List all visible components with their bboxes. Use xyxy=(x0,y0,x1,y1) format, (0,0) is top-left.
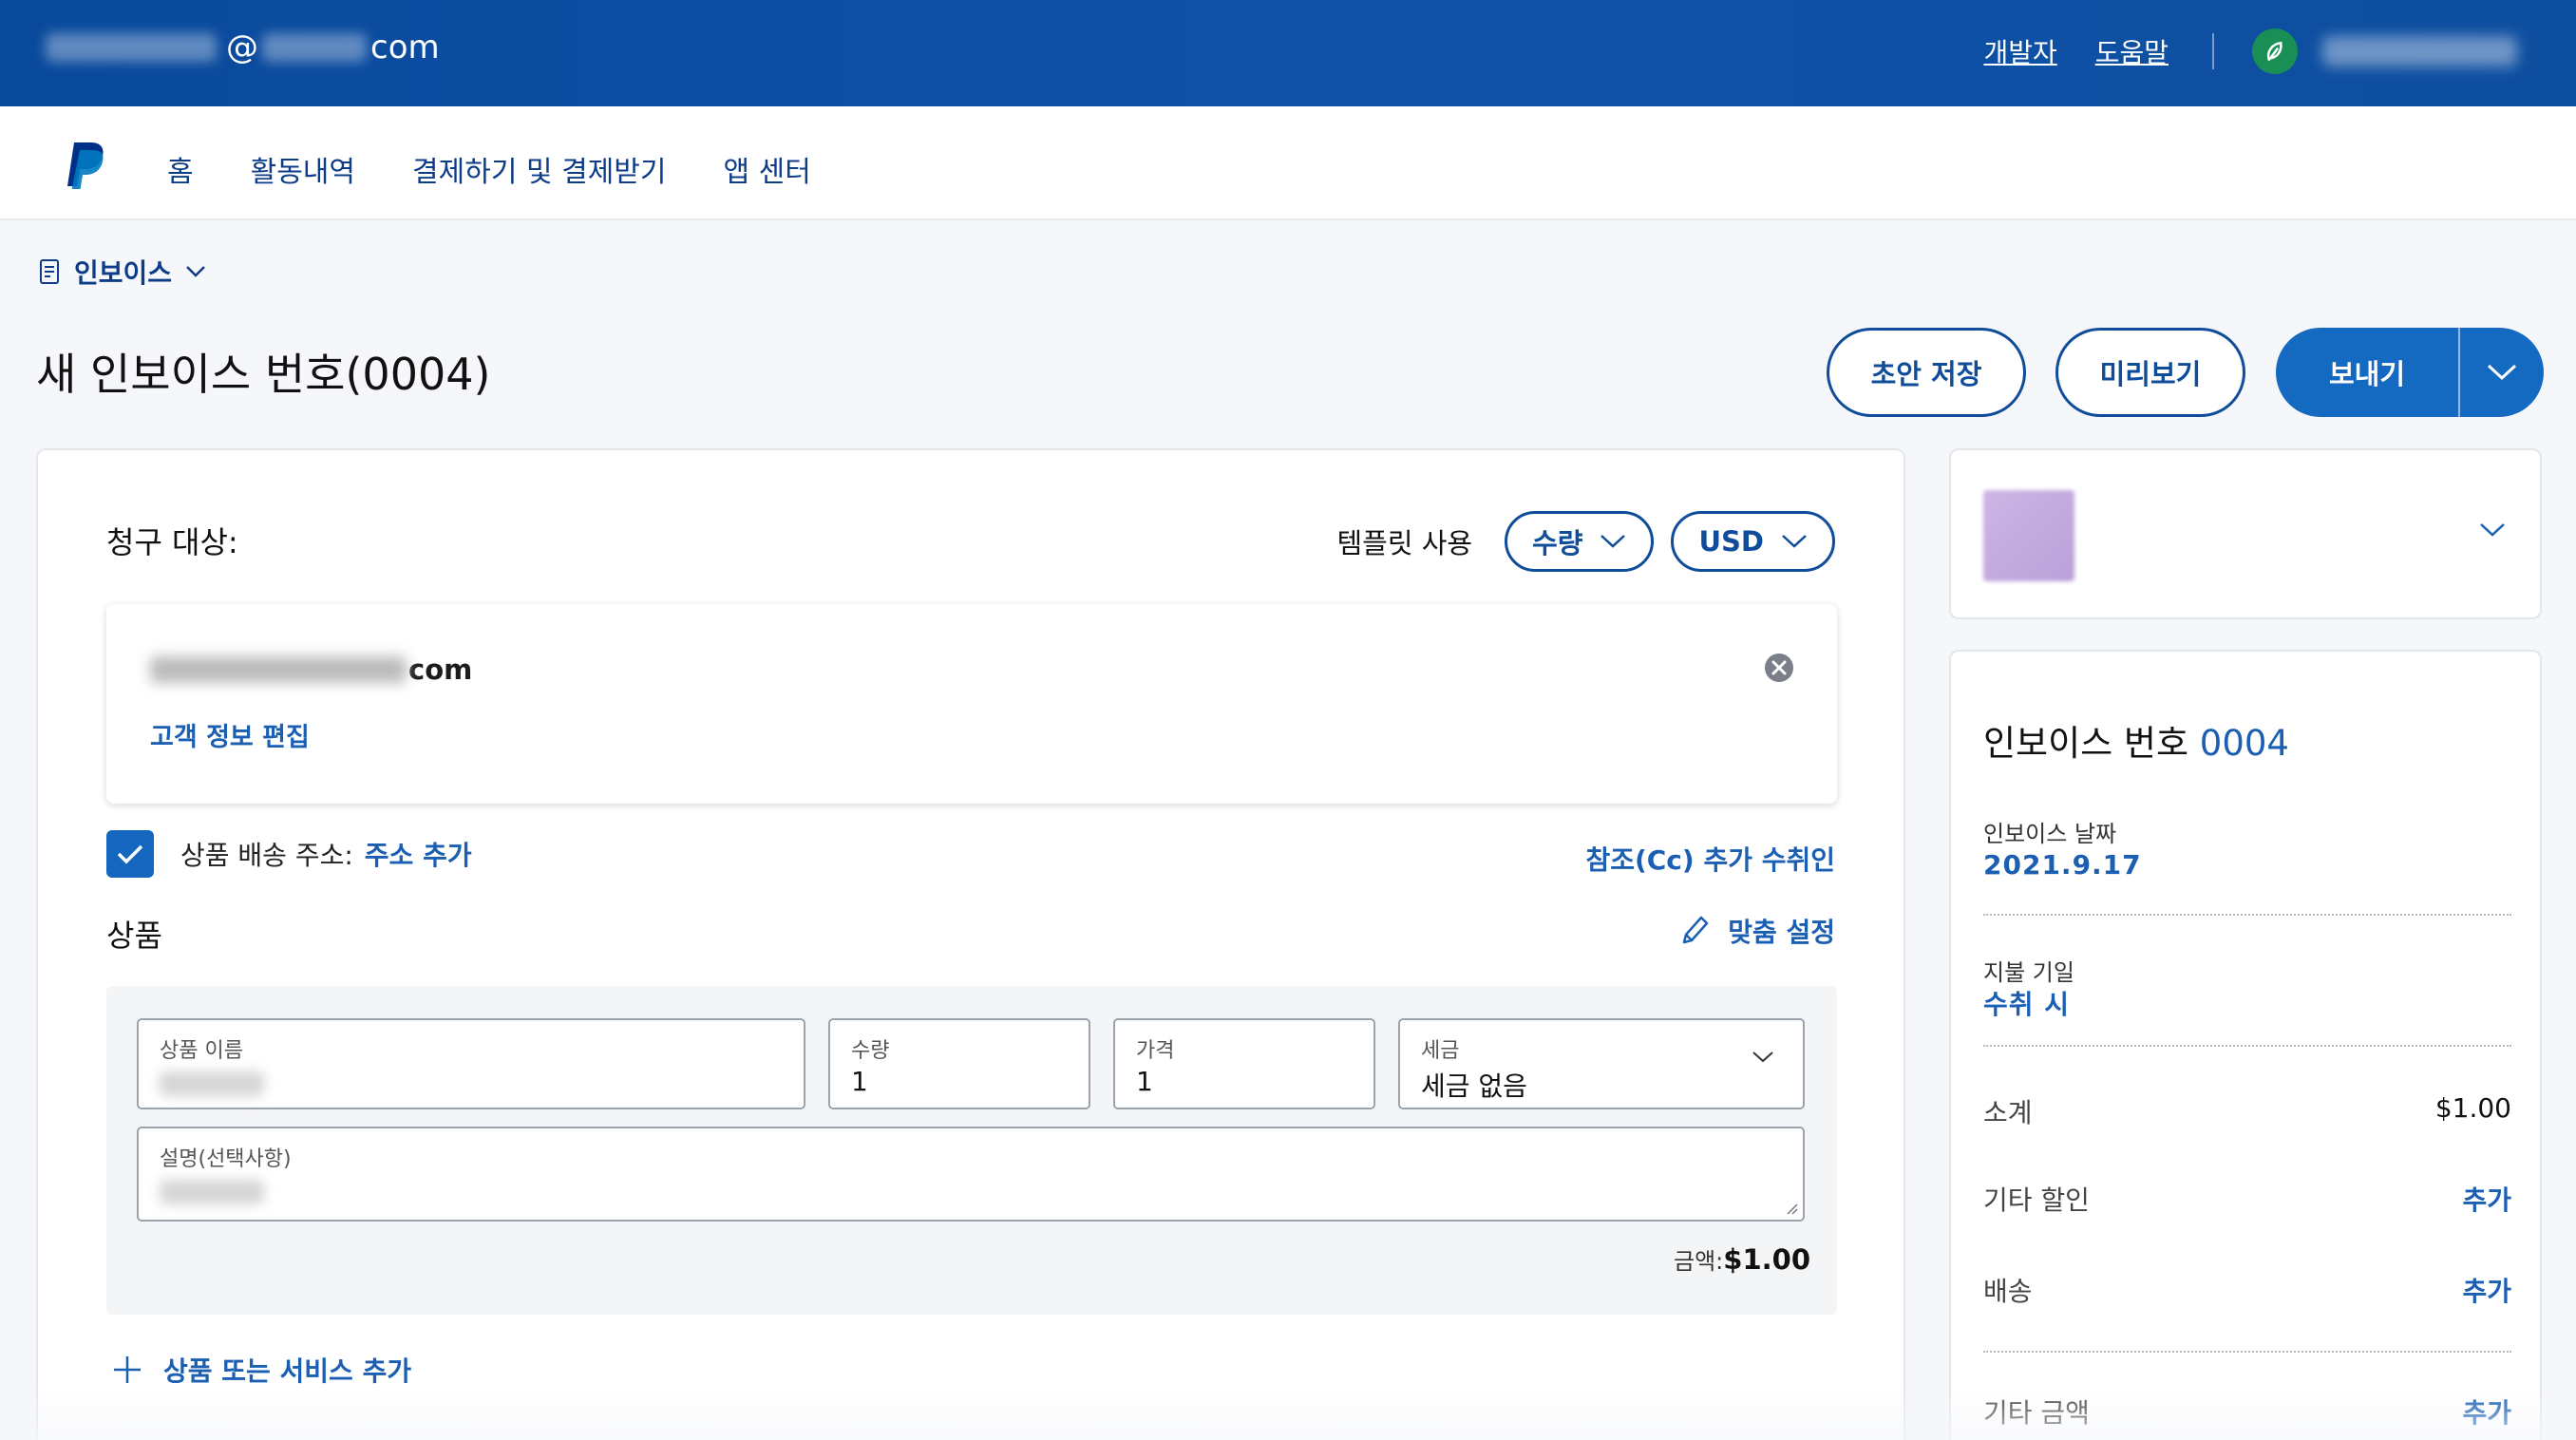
save-draft-button[interactable]: 초안 저장 xyxy=(1827,328,2026,417)
add-item-button[interactable]: 상품 또는 서비스 추가 xyxy=(112,1351,411,1389)
items-label: 상품 xyxy=(106,918,162,954)
email-redacted xyxy=(262,33,367,62)
nav-pay-and-get-paid[interactable]: 결제하기 및 결제받기 xyxy=(412,148,666,190)
template-label: 템플릿 사용 xyxy=(1336,527,1473,559)
nav-home[interactable]: 홈 xyxy=(167,148,194,190)
chevron-down-icon xyxy=(1782,535,1807,548)
other-amount-row: 기타 금액 추가 xyxy=(1983,1393,2511,1431)
pencil-icon xyxy=(1682,916,1709,944)
bill-to-label: 청구 대상: xyxy=(106,524,238,560)
discount-row: 기타 할인 추가 xyxy=(1983,1180,2511,1218)
send-button[interactable]: 보내기 xyxy=(2276,352,2458,392)
add-shipping-link[interactable]: 추가 xyxy=(2462,1271,2511,1309)
invoice-date-value[interactable]: 2021.9.17 xyxy=(1983,849,2142,881)
description-redacted xyxy=(160,1180,264,1204)
add-address-link[interactable]: 주소 추가 xyxy=(365,835,472,873)
chevron-down-icon xyxy=(1752,1052,1773,1063)
add-cc-recipient-link[interactable]: 참조(Cc) 추가 수취인 xyxy=(1585,840,1835,878)
chevron-down-icon xyxy=(186,266,205,277)
page-title: 새 인보이스 번호(0004) xyxy=(36,349,491,400)
customer-email: com xyxy=(150,654,472,686)
due-date-label: 지불 기일 xyxy=(1983,959,2074,986)
send-options-button[interactable] xyxy=(2460,363,2544,382)
item-name-field[interactable]: 상품 이름 xyxy=(137,1018,805,1109)
add-other-amount-link[interactable]: 추가 xyxy=(2462,1393,2511,1431)
preview-button[interactable]: 미리보기 xyxy=(2055,328,2245,417)
nav-activity[interactable]: 활동내역 xyxy=(251,148,355,190)
invoice-summary-card: 인보이스 번호 0004 인보이스 날짜 2021.9.17 지불 기일 수취 … xyxy=(1949,650,2542,1440)
quantity-field[interactable]: 수량 1 xyxy=(828,1018,1090,1109)
line-item-panel: 상품 이름 수량 1 가격 1 세금 세금 없음 설명(선택사항) 금액:$1.… xyxy=(106,986,1837,1315)
user-avatar[interactable] xyxy=(2252,28,2298,74)
help-link[interactable]: 도움말 xyxy=(2095,32,2169,70)
nav-app-center[interactable]: 앱 센터 xyxy=(724,148,811,190)
user-name-redacted[interactable] xyxy=(2322,36,2517,66)
close-icon[interactable] xyxy=(1763,652,1795,684)
divider xyxy=(1983,1351,2511,1353)
subtotal-row: 소계 $1.00 xyxy=(1983,1092,2511,1128)
breadcrumb-label: 인보이스 xyxy=(74,257,173,289)
divider xyxy=(1983,1045,2511,1047)
ship-address-label: 상품 배송 주소: xyxy=(180,840,353,871)
currency-select[interactable]: USD xyxy=(1671,511,1835,572)
line-amount: 금액:$1.00 xyxy=(1674,1243,1810,1276)
template-select[interactable]: 수량 xyxy=(1505,511,1655,572)
invoice-form-card: 청구 대상: 템플릿 사용 수량 USD com 고객 정보 편집 상품 배송 … xyxy=(36,448,1905,1440)
chevron-down-icon xyxy=(1601,535,1626,548)
business-logo xyxy=(1983,490,2074,581)
chevron-down-icon xyxy=(2487,364,2517,381)
due-date-value[interactable]: 수취 시 xyxy=(1983,984,2070,1022)
breadcrumb[interactable]: 인보이스 xyxy=(38,253,206,291)
description-field[interactable]: 설명(선택사항) xyxy=(137,1127,1805,1222)
email-redacted xyxy=(46,33,217,62)
invoice-number-title: 인보이스 번호 0004 xyxy=(1983,723,2289,764)
price-field[interactable]: 가격 1 xyxy=(1113,1018,1375,1109)
send-button-group: 보내기 xyxy=(2276,328,2544,417)
check-icon xyxy=(117,844,143,864)
divider xyxy=(2212,33,2214,69)
add-discount-link[interactable]: 추가 xyxy=(2462,1180,2511,1218)
chevron-down-icon xyxy=(2480,523,2505,537)
shipping-row: 배송 추가 xyxy=(1983,1271,2511,1309)
main-nav: 홈 활동내역 결제하기 및 결제받기 앱 센터 xyxy=(0,106,2576,220)
item-name-redacted xyxy=(160,1071,264,1096)
account-bar: @ com 개발자 도움말 xyxy=(0,0,2576,106)
edit-customer-link[interactable]: 고객 정보 편집 xyxy=(150,716,310,753)
ship-address-checkbox[interactable] xyxy=(106,830,154,878)
tax-select[interactable]: 세금 세금 없음 xyxy=(1398,1018,1805,1109)
paypal-logo-icon[interactable] xyxy=(63,139,112,192)
customer-box: com 고객 정보 편집 xyxy=(106,604,1837,804)
document-icon xyxy=(40,259,59,284)
email-redacted xyxy=(150,656,407,683)
leaf-icon xyxy=(2266,41,2282,61)
plus-icon xyxy=(114,1356,141,1383)
invoice-date-label: 인보이스 날짜 xyxy=(1983,821,2117,847)
resize-handle-icon[interactable] xyxy=(1784,1201,1799,1216)
business-logo-card[interactable] xyxy=(1949,448,2542,619)
divider xyxy=(1983,914,2511,916)
developer-link[interactable]: 개발자 xyxy=(1983,32,2056,70)
account-email: @ com xyxy=(46,28,440,66)
customize-button[interactable]: 맞춤 설정 xyxy=(1678,912,1835,950)
